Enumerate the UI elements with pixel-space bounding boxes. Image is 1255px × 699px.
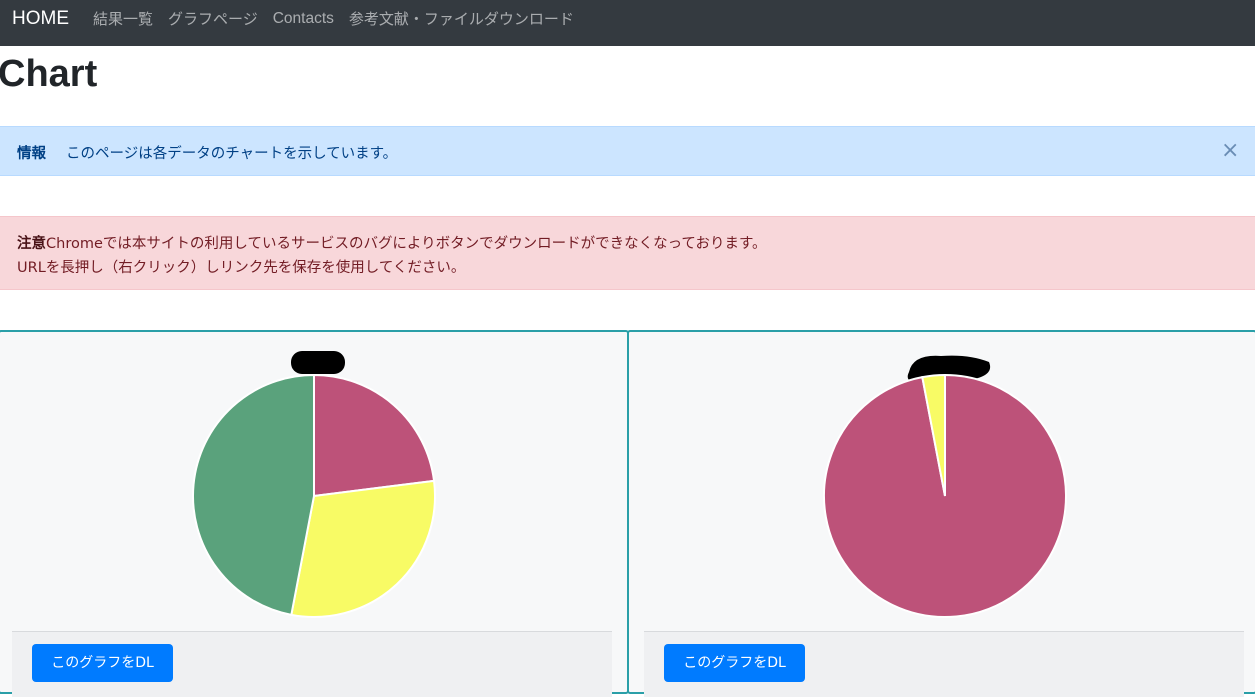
info-alert-message: このページは各データのチャートを示しています。 <box>66 146 398 162</box>
chart-card-1-footer: このグラフをDL <box>12 631 612 697</box>
nav-link-results[interactable]: 結果一覧 <box>93 9 153 29</box>
chart-card-2: このグラフをDL <box>627 330 1255 697</box>
warning-alert-label: 注意 <box>17 236 46 252</box>
warning-alert: 注意Chromeでは本サイトの利用しているサービスのバグによりボタンでダウンロー… <box>0 216 1255 290</box>
info-alert-label: 情報 <box>17 146 46 162</box>
page-title: Chart <box>0 53 98 95</box>
pie-slice-3 <box>192 373 315 617</box>
info-alert: 情報 このページは各データのチャートを示しています。 × <box>0 126 1255 176</box>
home-link[interactable]: HOME <box>12 7 69 31</box>
redacted-chart-title <box>291 351 345 374</box>
download-chart-1-button[interactable]: このグラフをDL <box>32 644 173 682</box>
warning-alert-line2: URLを長押し（右クリック）しリンク先を保存を使用してください。 <box>17 260 466 276</box>
warning-alert-text1: Chromeでは本サイトの利用しているサービスのバグによりボタンでダウンロードが… <box>46 236 767 252</box>
pie-chart-1 <box>192 351 436 618</box>
pie-chart-2 <box>823 355 1067 618</box>
nav-link-references-download[interactable]: 参考文献・ファイルダウンロード <box>349 9 574 29</box>
warning-alert-line1: 注意Chromeでは本サイトの利用しているサービスのバグによりボタンでダウンロー… <box>17 232 767 253</box>
nav-links: 結果一覧 グラフページ Contacts 参考文献・ファイルダウンロード <box>93 9 589 29</box>
chart-card-1: このグラフをDL <box>0 330 629 697</box>
nav-link-graph-page[interactable]: グラフページ <box>168 9 258 29</box>
nav-link-contacts[interactable]: Contacts <box>273 9 334 29</box>
chart-card-2-footer: このグラフをDL <box>644 631 1244 697</box>
download-chart-2-button[interactable]: このグラフをDL <box>664 644 805 682</box>
pie-slice-1 <box>313 373 436 498</box>
close-icon[interactable]: × <box>1221 139 1239 163</box>
top-navbar: HOME 結果一覧 グラフページ Contacts 参考文献・ファイルダウンロー… <box>0 0 1255 46</box>
